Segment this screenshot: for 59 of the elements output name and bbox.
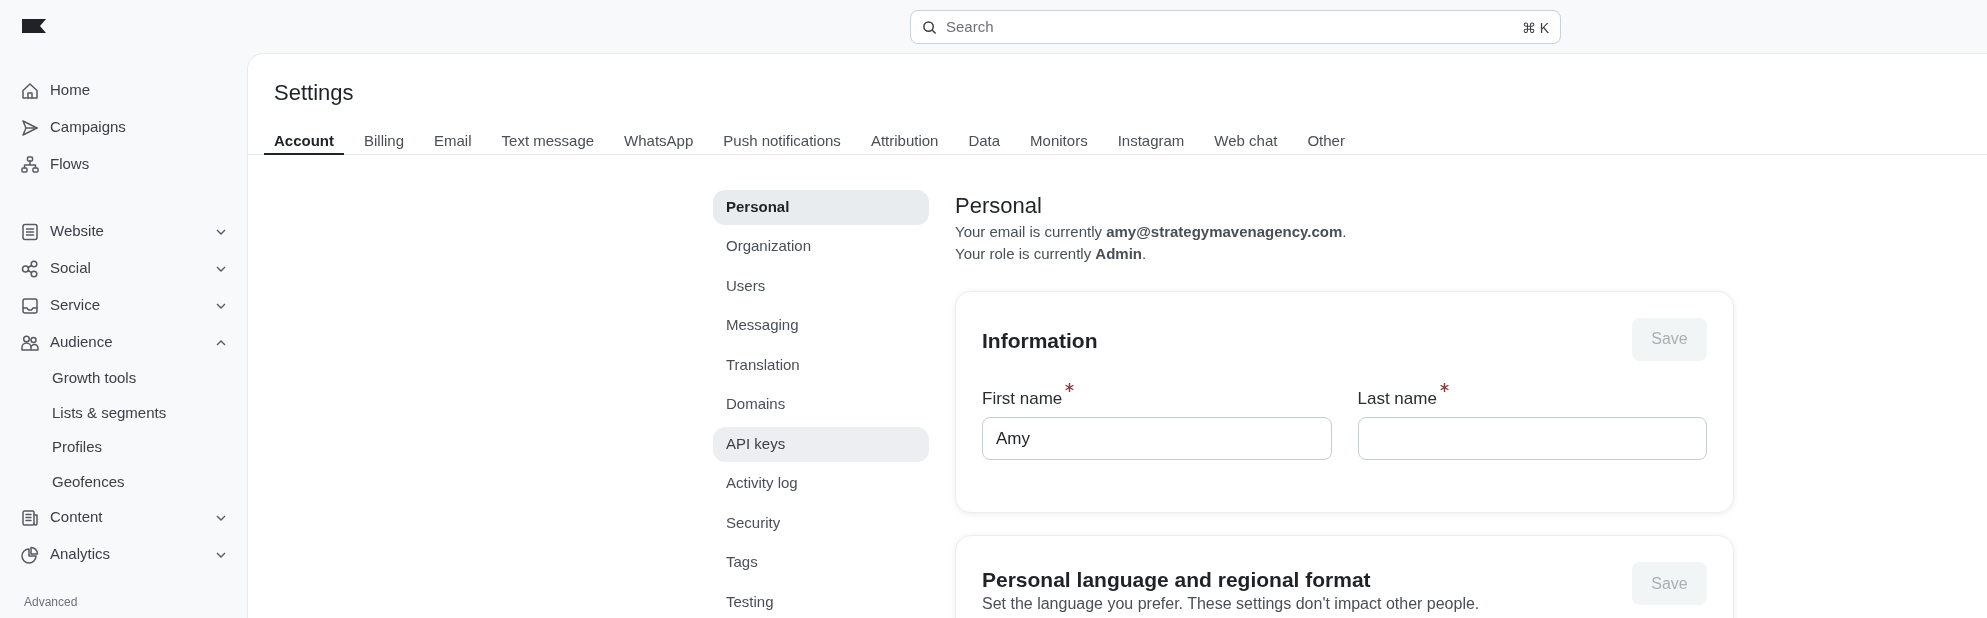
shortcut-hint: ⌘ K: [1521, 18, 1549, 38]
tab[interactable]: Instagram: [1107, 130, 1195, 155]
home-icon: [20, 80, 40, 101]
submenu-item[interactable]: Tags: [713, 545, 929, 580]
newspaper-icon: [20, 507, 40, 528]
send-icon: [20, 117, 40, 138]
submenu-item[interactable]: Security: [713, 505, 929, 541]
share-icon: [20, 258, 40, 279]
sidebar-item[interactable]: Home: [20, 72, 227, 109]
sidebar-subitem[interactable]: Profiles: [20, 430, 227, 465]
page-title: Settings: [273, 79, 355, 106]
sidebar-subitem[interactable]: Lists & segments: [20, 395, 227, 430]
submenu-item[interactable]: Users: [713, 268, 929, 304]
tab[interactable]: Billing: [354, 130, 415, 155]
field-label: Last name: [1357, 387, 1437, 410]
tab[interactable]: Web chat: [1204, 130, 1288, 155]
tab[interactable]: Other: [1297, 130, 1355, 155]
card-title: Personal language and regional format: [982, 567, 1372, 593]
submenu-item[interactable]: Messaging: [713, 308, 929, 343]
pie-chart-icon: [20, 544, 40, 565]
sidebar-subitem[interactable]: Geofences: [20, 464, 227, 499]
tab[interactable]: Push notifications: [713, 130, 851, 155]
section-heading: Personal: [955, 192, 1043, 219]
info-text: Your email is currently amy@strategymavenagency.com.: [955, 221, 1348, 242]
tab[interactable]: Email: [424, 130, 482, 155]
tab[interactable]: WhatsApp: [614, 130, 704, 155]
document-icon: [20, 221, 40, 242]
sidebar-item[interactable]: Website: [20, 213, 227, 250]
logo-icon[interactable]: [22, 19, 46, 33]
submenu-item[interactable]: API keys: [713, 426, 929, 462]
section-label: Advanced: [23, 595, 79, 610]
sidebar-item[interactable]: Social: [20, 250, 227, 287]
sidebar-item[interactable]: Service: [20, 287, 227, 324]
sidebar-item[interactable]: Flows: [20, 146, 227, 183]
submenu-item[interactable]: Activity log: [713, 466, 929, 501]
submenu-item[interactable]: Personal: [713, 189, 929, 225]
field-label: First name: [982, 387, 1063, 410]
sidebar-item[interactable]: Campaigns: [20, 109, 227, 146]
people-icon: [20, 332, 40, 353]
hierarchy-icon: [20, 154, 40, 175]
info-text: Your role is currently Admin.: [955, 243, 1148, 264]
tab[interactable]: Account: [264, 130, 344, 155]
tab[interactable]: Monitors: [1020, 130, 1098, 155]
tab[interactable]: Text message: [491, 130, 605, 155]
tab[interactable]: Attribution: [860, 130, 949, 155]
card-subtitle: Set the language you prefer. These settings don't impact other people.: [982, 594, 1480, 614]
sidebar-subitem[interactable]: Growth tools: [20, 361, 227, 396]
search-icon: [922, 19, 937, 35]
submenu-item[interactable]: Domains: [713, 387, 929, 422]
submenu-item[interactable]: Organization: [713, 229, 929, 264]
card-title: Information: [982, 327, 1098, 354]
text-input[interactable]: Amy: [982, 417, 1332, 460]
inbox-icon: [20, 295, 40, 316]
submenu-item[interactable]: Testing: [713, 584, 929, 618]
tab[interactable]: Data: [958, 130, 1011, 155]
submenu-item[interactable]: Translation: [713, 347, 929, 383]
sidebar-item[interactable]: Audience: [20, 324, 227, 361]
sidebar-item[interactable]: Analytics: [20, 536, 227, 573]
sidebar-item[interactable]: Content: [20, 499, 227, 536]
